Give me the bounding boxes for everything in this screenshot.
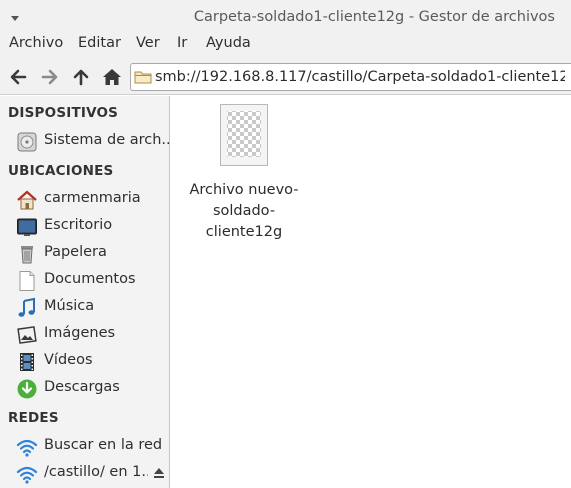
sidebar-item-label: Buscar en la red	[44, 437, 163, 453]
sidebar-item-downloads[interactable]: Descargas	[0, 375, 169, 401]
folder-icon	[134, 71, 152, 84]
menu-ver[interactable]: Ver	[136, 35, 160, 51]
sidebar-item-music[interactable]: Música	[0, 294, 169, 320]
sidebar-item-label: Escritorio	[44, 217, 113, 233]
sidebar-item-videos[interactable]: Vídeos	[0, 348, 169, 374]
desktop-icon	[16, 216, 38, 238]
up-button[interactable]	[70, 66, 92, 88]
drive-harddisk-icon	[16, 131, 38, 153]
home-icon	[103, 69, 121, 85]
sidebar-item-label: Música	[44, 298, 95, 314]
network-wifi-icon	[16, 463, 38, 485]
location-bar	[130, 63, 571, 91]
sidebar-item-label: Sistema de arch...	[44, 132, 176, 148]
sidebar-item-label: Documentos	[44, 271, 136, 287]
downloads-icon	[16, 378, 38, 400]
music-icon	[16, 297, 38, 319]
sidebar-item-documents[interactable]: Documentos	[0, 267, 169, 293]
sidebar-item-browse-network[interactable]: Buscar en la red	[0, 433, 169, 459]
window-menu-icon[interactable]	[10, 11, 20, 21]
file-name-line: soldado-	[212, 203, 276, 219]
sidebar-item-filesystem[interactable]: Sistema de arch...	[0, 128, 175, 154]
menu-editar[interactable]: Editar	[78, 35, 121, 51]
sidebar-item-label: Vídeos	[44, 352, 93, 368]
sidebar-item-label: carmenmaria	[44, 190, 141, 206]
blank-file-icon	[220, 104, 268, 166]
file-name-line: cliente12g	[205, 224, 283, 240]
sidebar-item-label: Papelera	[44, 244, 107, 260]
menu-archivo[interactable]: Archivo	[9, 35, 63, 51]
pictures-icon	[16, 324, 38, 346]
network-wifi-icon	[16, 436, 38, 458]
sidebar-item-desktop[interactable]: Escritorio	[0, 213, 169, 239]
menu-ayuda[interactable]: Ayuda	[206, 35, 251, 51]
sidebar-item-home[interactable]: carmenmaria	[0, 186, 169, 212]
back-button[interactable]	[7, 66, 29, 88]
trash-icon	[16, 243, 38, 265]
sidebar-item-trash[interactable]: Papelera	[0, 240, 169, 266]
sidebar-item-pictures[interactable]: Imágenes	[0, 321, 169, 347]
eject-icon[interactable]	[153, 466, 165, 480]
section-header-redes: REDES	[8, 410, 59, 426]
menu-bar: Archivo Editar Ver Ir Ayuda	[0, 33, 571, 59]
videos-icon	[16, 351, 38, 373]
window-title: Carpeta-soldado1-cliente12g - Gestor de …	[193, 9, 555, 25]
file-name: Archivo nuevo- soldado- cliente12g	[189, 180, 299, 243]
file-name-line: Archivo nuevo-	[189, 182, 299, 198]
sidebar-item-label: Descargas	[44, 379, 120, 395]
section-header-dispositivos: DISPOSITIVOS	[8, 105, 119, 121]
sidebar-item-castillo-share[interactable]: /castillo/ en 1...	[0, 460, 169, 486]
arrow-up-icon	[73, 69, 89, 86]
location-input[interactable]	[155, 66, 565, 88]
section-header-ubicaciones: UBICACIONES	[8, 163, 114, 179]
sidebar-item-label: Imágenes	[44, 325, 116, 341]
sidebar: DISPOSITIVOS Sistema de arch... UBICACIO…	[0, 96, 175, 488]
title-bar: Carpeta-soldado1-cliente12g - Gestor de …	[0, 0, 571, 33]
sidebar-item-label: /castillo/ en 1...	[44, 464, 148, 480]
arrow-right-icon	[41, 69, 58, 85]
document-icon	[16, 270, 38, 292]
toolbar	[0, 59, 571, 95]
menu-ir[interactable]: Ir	[177, 35, 187, 51]
arrow-left-icon	[10, 69, 27, 85]
home-button[interactable]	[101, 66, 123, 88]
home-icon	[16, 189, 38, 211]
file-view: Archivo nuevo- soldado- cliente12g	[171, 96, 571, 488]
forward-button[interactable]	[39, 66, 61, 88]
